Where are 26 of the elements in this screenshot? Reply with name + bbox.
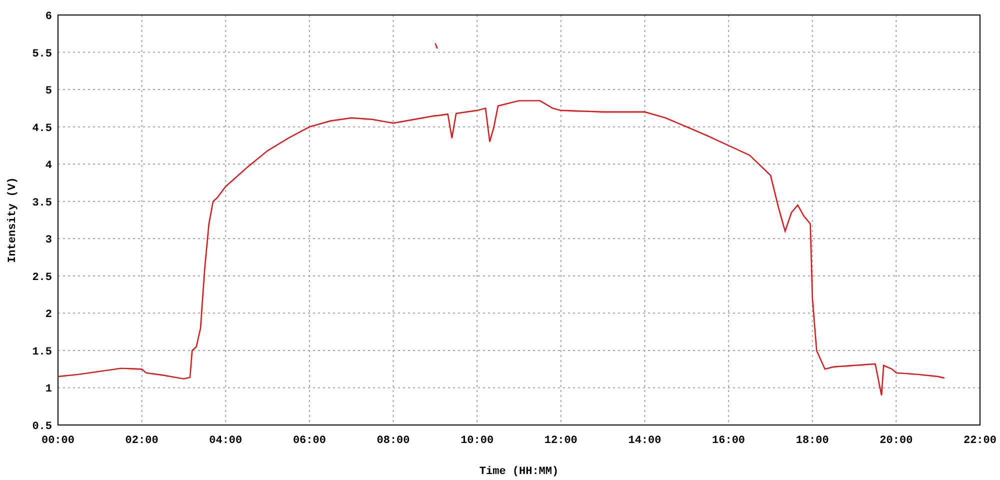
y-tick-label: 3 xyxy=(45,234,52,247)
x-tick-label: 08:00 xyxy=(376,435,410,447)
x-tick-label: 18:00 xyxy=(796,435,829,447)
x-tick-label: 22:00 xyxy=(964,435,996,447)
x-tick-label: 04:00 xyxy=(209,435,242,447)
y-tick-label: 2 xyxy=(45,309,52,322)
y-axis-label: Intensity (V) xyxy=(7,177,19,263)
y-tick-label: 5.5 xyxy=(32,48,52,60)
y-tick-label: 1 xyxy=(45,384,52,396)
x-tick-label: 06:00 xyxy=(292,435,326,447)
x-axis-label: Time (HH:MM) xyxy=(479,466,559,478)
y-tick-label: 2.5 xyxy=(32,272,52,284)
y-tick-label: 5 xyxy=(45,86,52,98)
x-tick-label: 00:00 xyxy=(42,435,74,447)
y-tick-label: 4 xyxy=(45,160,52,172)
y-tick-label: 0.5 xyxy=(32,421,52,433)
x-tick-label: 12:00 xyxy=(544,435,578,447)
x-tick-label: 02:00 xyxy=(125,435,158,447)
x-tick-label: 14:00 xyxy=(628,435,662,447)
y-tick-label: 1.5 xyxy=(32,346,52,358)
x-tick-label: 16:00 xyxy=(712,435,746,447)
y-tick-label: 3.5 xyxy=(32,197,52,210)
x-tick-label: 20:00 xyxy=(880,435,913,447)
y-tick-label: 6 xyxy=(45,11,52,23)
x-tick-label: 10:00 xyxy=(460,435,494,447)
y-tick-label: 4.5 xyxy=(32,122,52,135)
